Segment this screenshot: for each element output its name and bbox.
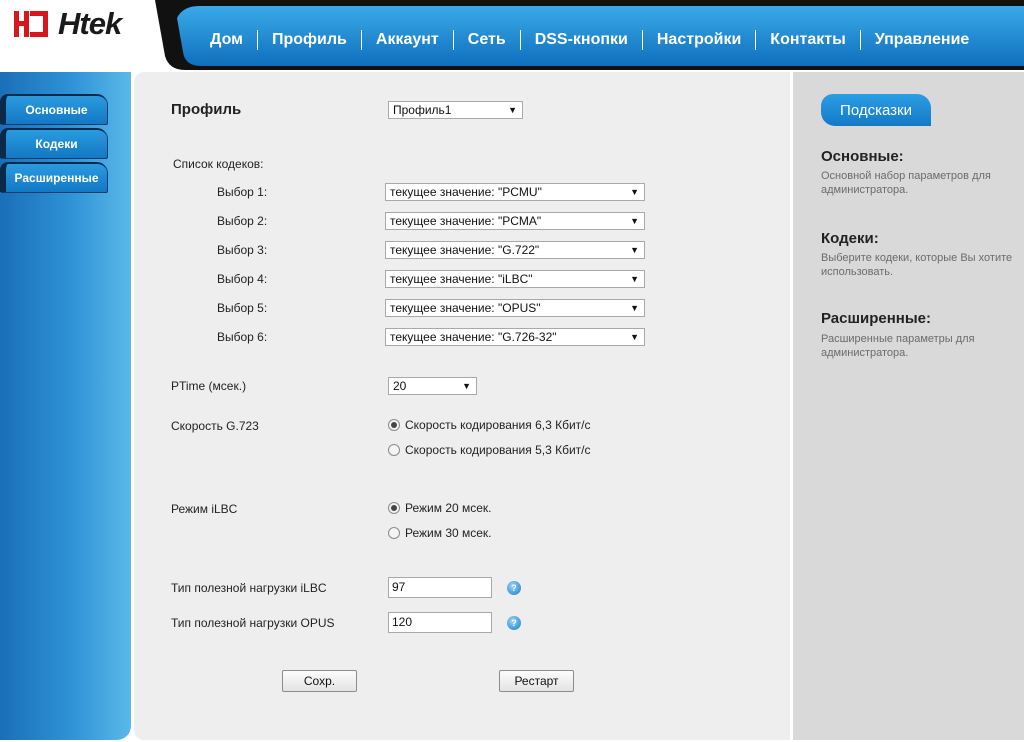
ilbc-mode-30-option[interactable]: Режим 30 мсек. [388, 526, 492, 540]
codec-choice-2-value: текущее значение: "PCMA" [390, 214, 542, 228]
main-content: Профиль Профиль1 ▼ Список кодеков: Выбор… [134, 72, 790, 740]
hint-advanced-text: Расширенные параметры для администратора… [821, 333, 975, 359]
ptime-label: PTime (мсек.) [171, 379, 247, 393]
hint-basic-title: Основные: [821, 148, 904, 165]
chevron-down-icon: ▼ [630, 303, 639, 313]
g723-rate-5-3-option[interactable]: Скорость кодирования 5,3 Кбит/с [388, 443, 591, 457]
codec-choice-1-label: Выбор 1: [217, 185, 268, 199]
main-nav: Дом Профиль Аккаунт Сеть DSS-кнопки Наст… [196, 26, 983, 54]
codec-choice-1-value: текущее значение: "PCMU" [390, 185, 542, 199]
ilbc-mode-30-label: Режим 30 мсек. [405, 526, 492, 540]
codec-list-label: Список кодеков: [173, 157, 264, 171]
radio-unselected-icon[interactable] [388, 444, 400, 456]
hints-tab: Подсказки [821, 94, 931, 126]
codec-choice-3-label: Выбор 3: [217, 243, 268, 257]
opus-payload-input[interactable]: 120 [388, 612, 492, 633]
profile-label: Профиль [171, 101, 242, 118]
hint-advanced-title: Расширенные: [821, 310, 931, 327]
radio-unselected-icon[interactable] [388, 527, 400, 539]
hints-panel: Подсказки Основные: Основной набор парам… [793, 72, 1024, 740]
sidebar-item-basic[interactable]: Основные [0, 94, 107, 124]
nav-settings[interactable]: Настройки [641, 30, 755, 50]
codec-choice-3-select[interactable]: текущее значение: "G.722" ▼ [385, 241, 645, 259]
chevron-down-icon: ▼ [630, 332, 639, 342]
help-icon[interactable]: ? [507, 581, 521, 595]
codec-choice-6-label: Выбор 6: [217, 330, 268, 344]
chevron-down-icon: ▼ [630, 245, 639, 255]
codec-choice-4-value: текущее значение: "iLBC" [390, 272, 533, 286]
radio-selected-icon[interactable] [388, 502, 400, 514]
nav-account[interactable]: Аккаунт [360, 30, 453, 50]
save-button[interactable]: Сохр. [282, 670, 357, 692]
nav-profile[interactable]: Профиль [257, 30, 361, 50]
codec-choice-2-select[interactable]: текущее значение: "PCMA" ▼ [385, 212, 645, 230]
logo-mark-icon [14, 11, 58, 37]
restart-button[interactable]: Рестарт [499, 670, 574, 692]
ilbc-payload-label: Тип полезной нагрузки iLBC [171, 581, 327, 595]
profile-select[interactable]: Профиль1 ▼ [388, 101, 523, 119]
chevron-down-icon: ▼ [508, 105, 517, 115]
sidebar-item-codecs[interactable]: Кодеки [0, 128, 107, 158]
chevron-down-icon: ▼ [630, 187, 639, 197]
hint-basic-text: Основной набор параметров для администра… [821, 170, 991, 196]
nav-contacts[interactable]: Контакты [755, 30, 859, 50]
chevron-down-icon: ▼ [462, 381, 471, 391]
ilbc-mode-label: Режим iLBC [171, 502, 238, 516]
g723-rate-6-3-option[interactable]: Скорость кодирования 6,3 Кбит/с [388, 418, 591, 432]
codec-choice-6-value: текущее значение: "G.726-32" [390, 330, 557, 344]
g723-rate-6-3-label: Скорость кодирования 6,3 Кбит/с [405, 418, 591, 432]
nav-dss-keys[interactable]: DSS-кнопки [519, 30, 642, 50]
chevron-down-icon: ▼ [630, 216, 639, 226]
ilbc-payload-input[interactable]: 97 [388, 577, 492, 598]
chevron-down-icon: ▼ [630, 274, 639, 284]
ptime-select[interactable]: 20 ▼ [388, 377, 477, 395]
codec-choice-5-value: текущее значение: "OPUS" [390, 301, 541, 315]
codec-choice-6-select[interactable]: текущее значение: "G.726-32" ▼ [385, 328, 645, 346]
codec-choice-5-label: Выбор 5: [217, 301, 268, 315]
ptime-value: 20 [393, 379, 407, 393]
codec-choice-3-value: текущее значение: "G.722" [390, 243, 540, 257]
hint-codecs-title: Кодеки: [821, 230, 879, 247]
g723-rate-label: Скорость G.723 [171, 419, 259, 433]
ilbc-mode-20-label: Режим 20 мсек. [405, 501, 492, 515]
codec-choice-5-select[interactable]: текущее значение: "OPUS" ▼ [385, 299, 645, 317]
nav-management[interactable]: Управление [859, 30, 984, 50]
ilbc-mode-20-option[interactable]: Режим 20 мсек. [388, 501, 492, 515]
opus-payload-label: Тип полезной нагрузки OPUS [171, 616, 335, 630]
codec-choice-2-label: Выбор 2: [217, 214, 268, 228]
radio-selected-icon[interactable] [388, 419, 400, 431]
codec-choice-4-label: Выбор 4: [217, 272, 268, 286]
hint-codecs-text: Выберите кодеки, которые Вы хотите испол… [821, 252, 1013, 278]
codec-choice-4-select[interactable]: текущее значение: "iLBC" ▼ [385, 270, 645, 288]
top-header: Htek Дом Профиль Аккаунт Сеть DSS-кнопки… [0, 0, 1024, 70]
g723-rate-5-3-label: Скорость кодирования 5,3 Кбит/с [405, 443, 591, 457]
profile-select-value: Профиль1 [393, 103, 452, 117]
help-icon[interactable]: ? [507, 616, 521, 630]
left-sidebar: Основные Кодеки Расширенные [0, 72, 131, 740]
htek-logo: Htek [14, 6, 122, 41]
logo-text: Htek [58, 6, 122, 41]
nav-network[interactable]: Сеть [452, 30, 520, 50]
nav-home[interactable]: Дом [196, 30, 257, 50]
codec-choice-1-select[interactable]: текущее значение: "PCMU" ▼ [385, 183, 645, 201]
sidebar-item-advanced[interactable]: Расширенные [0, 162, 107, 192]
